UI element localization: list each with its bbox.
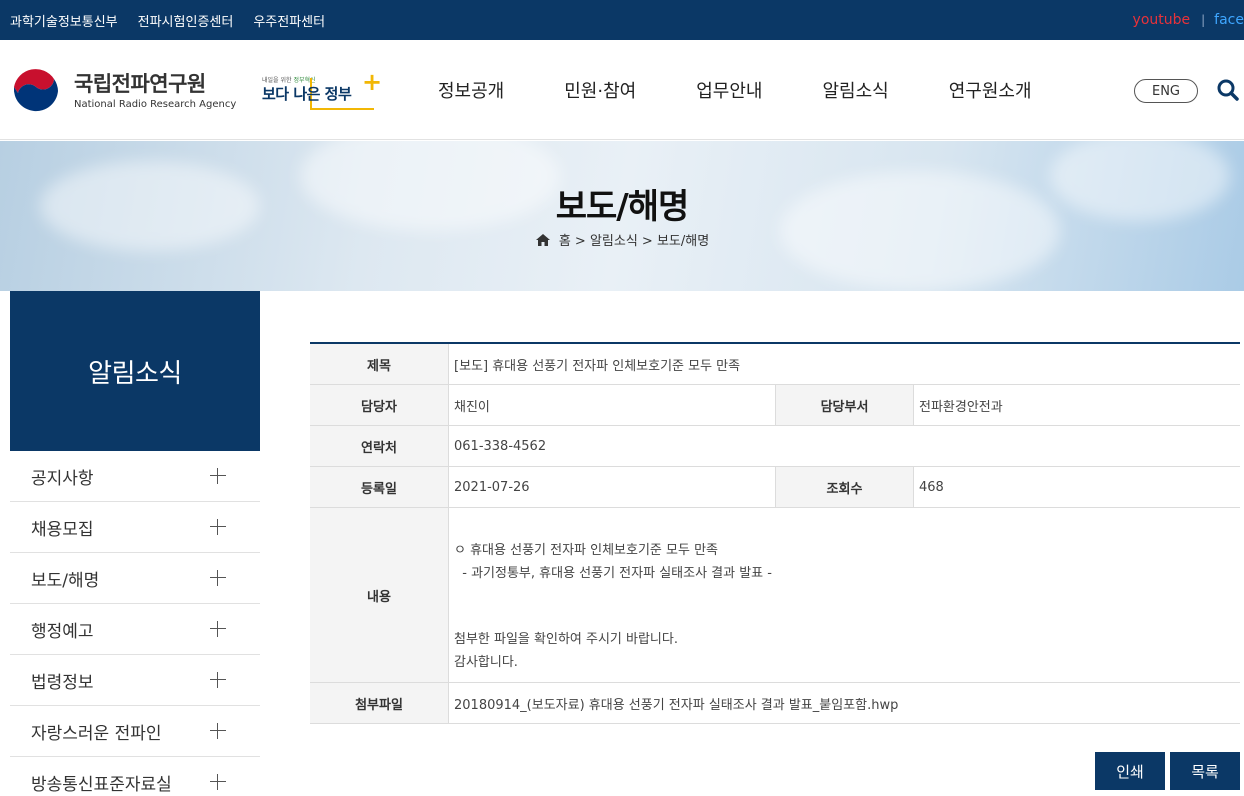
- breadcrumb-text[interactable]: 홈 > 알림소식 > 보도/해명: [559, 230, 709, 249]
- home-icon[interactable]: [535, 233, 551, 247]
- sns-separator: |: [1201, 13, 1206, 27]
- page-title: 보도/해명: [555, 187, 690, 227]
- sidebar-item-label: 법령정보: [31, 672, 94, 693]
- facebook-link[interactable]: face: [1214, 12, 1244, 28]
- plus-icon: [210, 570, 226, 586]
- sidebar-title: 알림소식: [88, 358, 182, 389]
- sidebar-item-proud[interactable]: 자랑스러운 전파인: [10, 706, 260, 757]
- english-site-button[interactable]: ENG: [1134, 79, 1198, 103]
- plus-icon: [210, 723, 226, 739]
- sidebar-menu: 공지사항 채용모집 보도/해명 행정예고 법령정보 자랑스러운 전파인 방송통신…: [10, 451, 260, 796]
- contact-label: 연락처: [310, 426, 449, 466]
- subject-value: [보도] 휴대용 선풍기 전자파 인체보호기준 모두 만족: [454, 358, 741, 374]
- sidebar-item-label: 자랑스러운 전파인: [31, 723, 162, 744]
- family-site-links: 과학기술정보통신부 전파시험인증센터 우주전파센터: [10, 0, 345, 40]
- site-header: 국립전파연구원 National Radio Research Agency 내…: [0, 40, 1244, 140]
- date-label: 등록일: [310, 467, 449, 507]
- sidebar-item-admin-notice[interactable]: 행정예고: [10, 604, 260, 655]
- site-logo[interactable]: 국립전파연구원 National Radio Research Agency: [10, 65, 236, 117]
- content-body: ㅇ 휴대용 선풍기 전자파 인체보호기준 모두 만족 - 과기정통부, 휴대용 …: [449, 508, 772, 682]
- sidebar-item-label: 행정예고: [31, 621, 94, 642]
- subject-label: 제목: [310, 344, 449, 384]
- row-attachment: 첨부파일 20180914_(보도자료) 휴대용 선풍기 전자파 실태조사 결과…: [310, 683, 1240, 724]
- youtube-link[interactable]: youtube: [1133, 12, 1191, 28]
- plus-icon: [210, 519, 226, 535]
- gnb-about[interactable]: 연구원소개: [949, 77, 1032, 103]
- dept-value: 전파환경안전과: [919, 399, 1003, 415]
- content-line: 첨부한 파일을 확인하여 주시기 바랍니다.: [454, 632, 678, 647]
- plus-icon: [210, 621, 226, 637]
- korea-emblem-icon: [11, 66, 61, 116]
- row-date: 등록일 2021-07-26 조회수 468: [310, 467, 1240, 508]
- sidebar-item-label: 방송통신표준자료실: [31, 774, 172, 795]
- gov-slogan-big: 보다 나은 정부: [262, 85, 352, 103]
- plus-icon: [210, 468, 226, 484]
- row-content: 내용 ㅇ 휴대용 선풍기 전자파 인체보호기준 모두 만족 - 과기정통부, 휴…: [310, 508, 1240, 683]
- link-rra-testing-center[interactable]: 전파시험인증센터: [138, 11, 234, 30]
- gnb-business-guide[interactable]: 업무안내: [696, 77, 762, 103]
- row-author: 담당자 채진이 담당부서 전파환경안전과: [310, 385, 1240, 426]
- gnb-news[interactable]: 알림소식: [822, 77, 888, 103]
- row-subject: 제목 [보도] 휴대용 선풍기 전자파 인체보호기준 모두 만족: [310, 344, 1240, 385]
- list-button[interactable]: 목록: [1170, 752, 1240, 790]
- gov-innovation-logo[interactable]: 내일을 위한 정부혁신 보다 나은 정부 +: [262, 70, 382, 112]
- plus-icon: [210, 774, 226, 790]
- content-label: 내용: [310, 508, 449, 682]
- sidebar-item-standards[interactable]: 방송통신표준자료실: [10, 757, 260, 796]
- views-label: 조회수: [775, 467, 914, 507]
- sidebar-item-label: 채용모집: [31, 519, 94, 540]
- sidebar-item-law[interactable]: 법령정보: [10, 655, 260, 706]
- author-label: 담당자: [310, 385, 449, 425]
- content-line: ㅇ 휴대용 선풍기 전자파 인체보호기준 모두 만족: [454, 543, 718, 558]
- row-contact: 연락처 061-338-4562: [310, 426, 1240, 467]
- breadcrumb: 홈 > 알림소식 > 보도/해명: [0, 230, 1244, 249]
- action-buttons: 인쇄 목록: [1095, 752, 1240, 790]
- sidebar-item-recruit[interactable]: 채용모집: [10, 502, 260, 553]
- content-line: - 과기정통부, 휴대용 선풍기 전자파 실태조사 결과 발표 -: [454, 565, 772, 581]
- gov-plus-icon: +: [362, 68, 383, 96]
- post-detail-table: 제목 [보도] 휴대용 선풍기 전자파 인체보호기준 모두 만족 담당자 채진이…: [310, 342, 1240, 724]
- contact-value: 061-338-4562: [454, 438, 547, 454]
- logo-english-name: National Radio Research Agency: [74, 99, 237, 110]
- dept-label: 담당부서: [775, 385, 914, 425]
- attachment-label: 첨부파일: [310, 683, 449, 723]
- logo-korean-name: 국립전파연구원: [74, 72, 206, 96]
- gnb-info-disclosure[interactable]: 정보공개: [438, 77, 504, 103]
- link-space-radio-center[interactable]: 우주전파센터: [253, 11, 325, 30]
- gnb-civil-participation[interactable]: 민원·참여: [564, 77, 636, 103]
- author-value: 채진이: [454, 399, 490, 415]
- print-button[interactable]: 인쇄: [1095, 752, 1165, 790]
- search-button[interactable]: [1216, 78, 1240, 102]
- sidebar-item-label: 보도/해명: [31, 570, 100, 591]
- attachment-file-link[interactable]: 20180914_(보도자료) 휴대용 선풍기 전자파 실태조사 결과 발표_붙…: [449, 683, 898, 723]
- search-icon: [1217, 79, 1239, 101]
- utility-bar: 과학기술정보통신부 전파시험인증센터 우주전파센터 youtube | face: [0, 0, 1244, 40]
- sns-links: youtube | face: [1133, 0, 1244, 40]
- plus-icon: [210, 672, 226, 688]
- content-line: 감사합니다.: [454, 654, 518, 670]
- sub-visual-banner: 보도/해명 홈 > 알림소식 > 보도/해명: [0, 141, 1244, 291]
- link-msit[interactable]: 과학기술정보통신부: [10, 11, 118, 30]
- sidebar-item-notice[interactable]: 공지사항: [10, 451, 260, 502]
- sidebar-item-label: 공지사항: [31, 468, 94, 489]
- date-value: 2021-07-26: [454, 479, 530, 495]
- sidebar-title-box: 알림소식: [10, 291, 260, 451]
- main-navigation: 정보공개 민원·참여 업무안내 알림소식 연구원소개: [438, 40, 1032, 140]
- views-value: 468: [919, 479, 944, 495]
- sidebar-item-press[interactable]: 보도/해명: [10, 553, 260, 604]
